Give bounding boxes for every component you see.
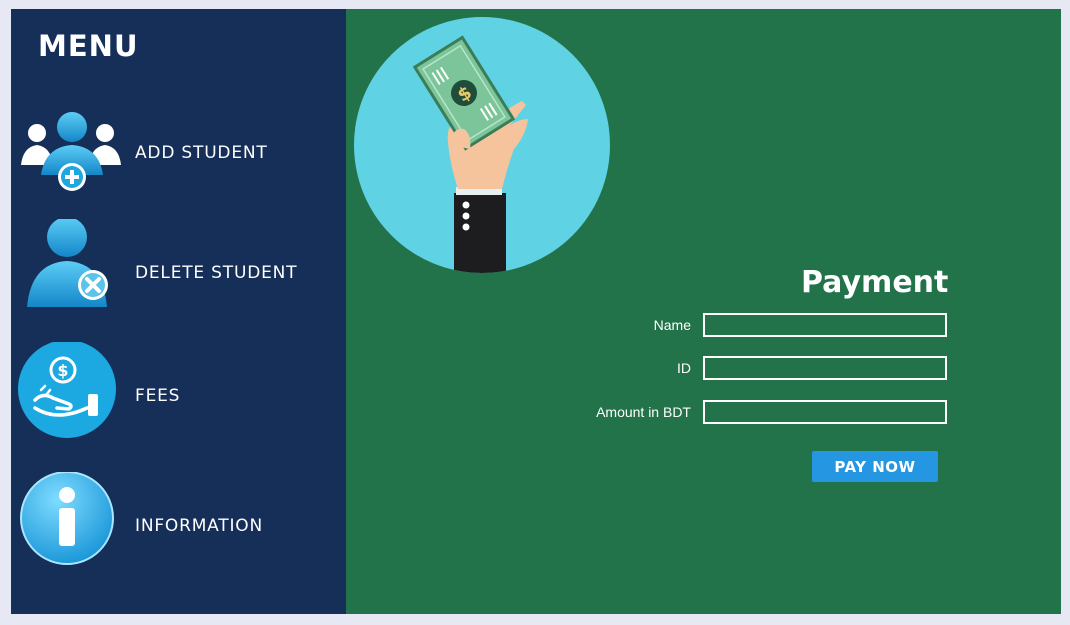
fees-icon: $ xyxy=(18,342,116,438)
add-user-icon xyxy=(21,112,121,191)
amount-label: Amount in BDT xyxy=(596,404,691,420)
svg-text:$: $ xyxy=(57,361,68,380)
sidebar-menu: MENU ADD STUDENT DELETE STUDENT $ FEES I… xyxy=(11,9,346,614)
sidebar-item-label: ADD STUDENT xyxy=(135,143,268,163)
delete-user-icon xyxy=(27,219,108,307)
name-label: Name xyxy=(653,317,691,333)
menu-title: MENU xyxy=(38,29,139,63)
payment-panel: $ Payment Name ID Amount in BDT PAY NOW xyxy=(346,9,1061,614)
amount-input[interactable] xyxy=(703,400,947,424)
sidebar-item-label: INFORMATION xyxy=(135,516,263,536)
sidebar-item-information[interactable]: INFORMATION xyxy=(11,472,346,582)
name-input[interactable] xyxy=(703,313,947,337)
id-input[interactable] xyxy=(703,356,947,380)
sidebar-item-add-student[interactable]: ADD STUDENT xyxy=(11,99,346,209)
sidebar-item-label: FEES xyxy=(135,386,181,406)
hand-holding-money-icon: $ xyxy=(354,17,610,273)
sidebar-item-delete-student[interactable]: DELETE STUDENT xyxy=(11,219,346,329)
payment-title: Payment xyxy=(801,265,949,300)
sidebar-item-fees[interactable]: $ FEES xyxy=(11,342,346,452)
app-window: MENU ADD STUDENT DELETE STUDENT $ FEES I… xyxy=(11,9,1061,614)
info-icon xyxy=(20,472,114,565)
id-label: ID xyxy=(677,360,691,376)
sidebar-item-label: DELETE STUDENT xyxy=(135,263,298,283)
pay-now-button[interactable]: PAY NOW xyxy=(812,451,938,482)
